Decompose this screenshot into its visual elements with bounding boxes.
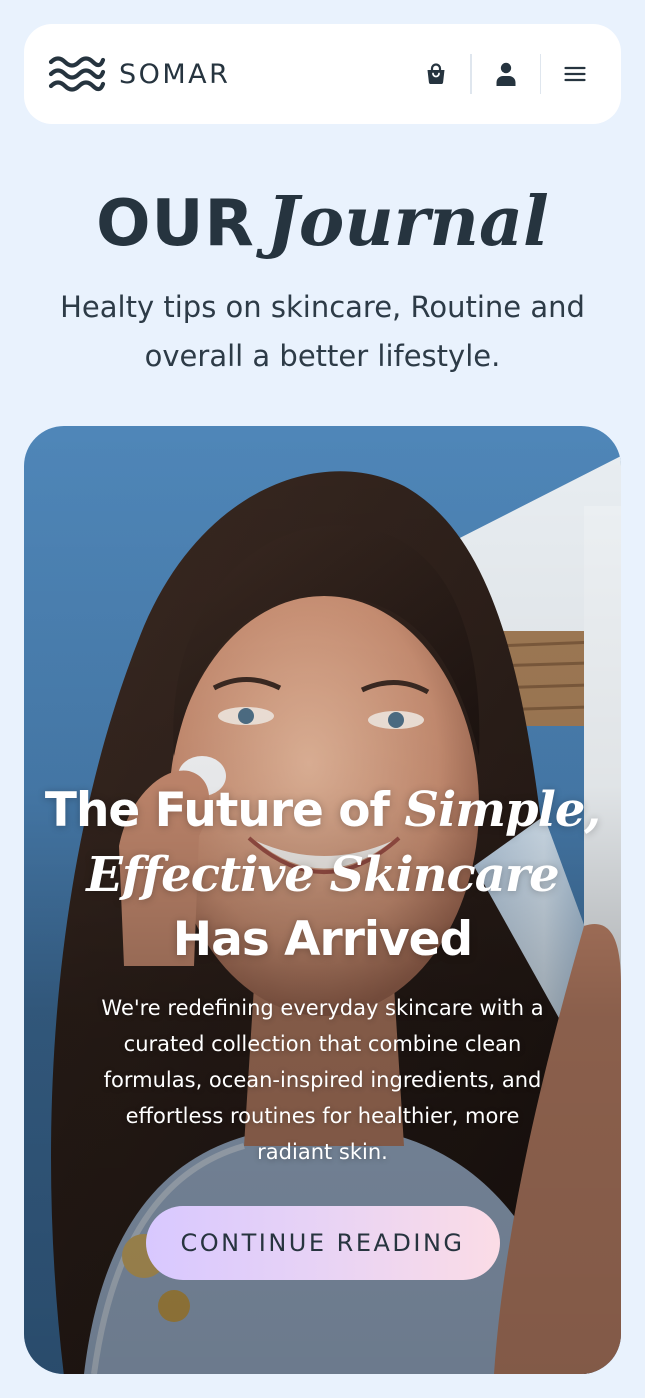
waves-logo-icon bbox=[48, 56, 106, 92]
cart-button[interactable] bbox=[414, 52, 458, 96]
headline-part-1: The Future of bbox=[44, 783, 405, 838]
featured-article-content: The Future of Simple, Effective Skincare … bbox=[24, 778, 621, 1280]
brand-name: SOMAR bbox=[119, 58, 231, 90]
page-title: OUR Journal bbox=[0, 182, 645, 262]
page-title-caps: OUR bbox=[96, 187, 255, 261]
site-header: SOMAR bbox=[24, 24, 621, 124]
brand-logo[interactable]: SOMAR bbox=[48, 54, 230, 94]
featured-article-title: The Future of Simple, Effective Skincare … bbox=[24, 778, 621, 972]
featured-article-card[interactable]: The Future of Simple, Effective Skincare … bbox=[24, 426, 621, 1374]
shopping-bag-icon bbox=[427, 63, 445, 85]
header-divider bbox=[470, 54, 472, 94]
user-icon bbox=[496, 62, 515, 86]
hamburger-menu-icon bbox=[564, 66, 586, 82]
continue-reading-button[interactable]: CONTINUE READING bbox=[145, 1206, 500, 1280]
page-subtitle: Healty tips on skincare, Routine and ove… bbox=[60, 290, 585, 373]
header-actions bbox=[414, 52, 597, 96]
menu-button[interactable] bbox=[553, 52, 597, 96]
headline-part-2: Has Arrived bbox=[172, 912, 473, 967]
featured-article-excerpt: We're redefining everyday skincare with … bbox=[101, 996, 544, 1164]
header-divider bbox=[539, 54, 541, 94]
account-button[interactable] bbox=[484, 52, 528, 96]
page-title-script: Journal bbox=[266, 182, 549, 262]
